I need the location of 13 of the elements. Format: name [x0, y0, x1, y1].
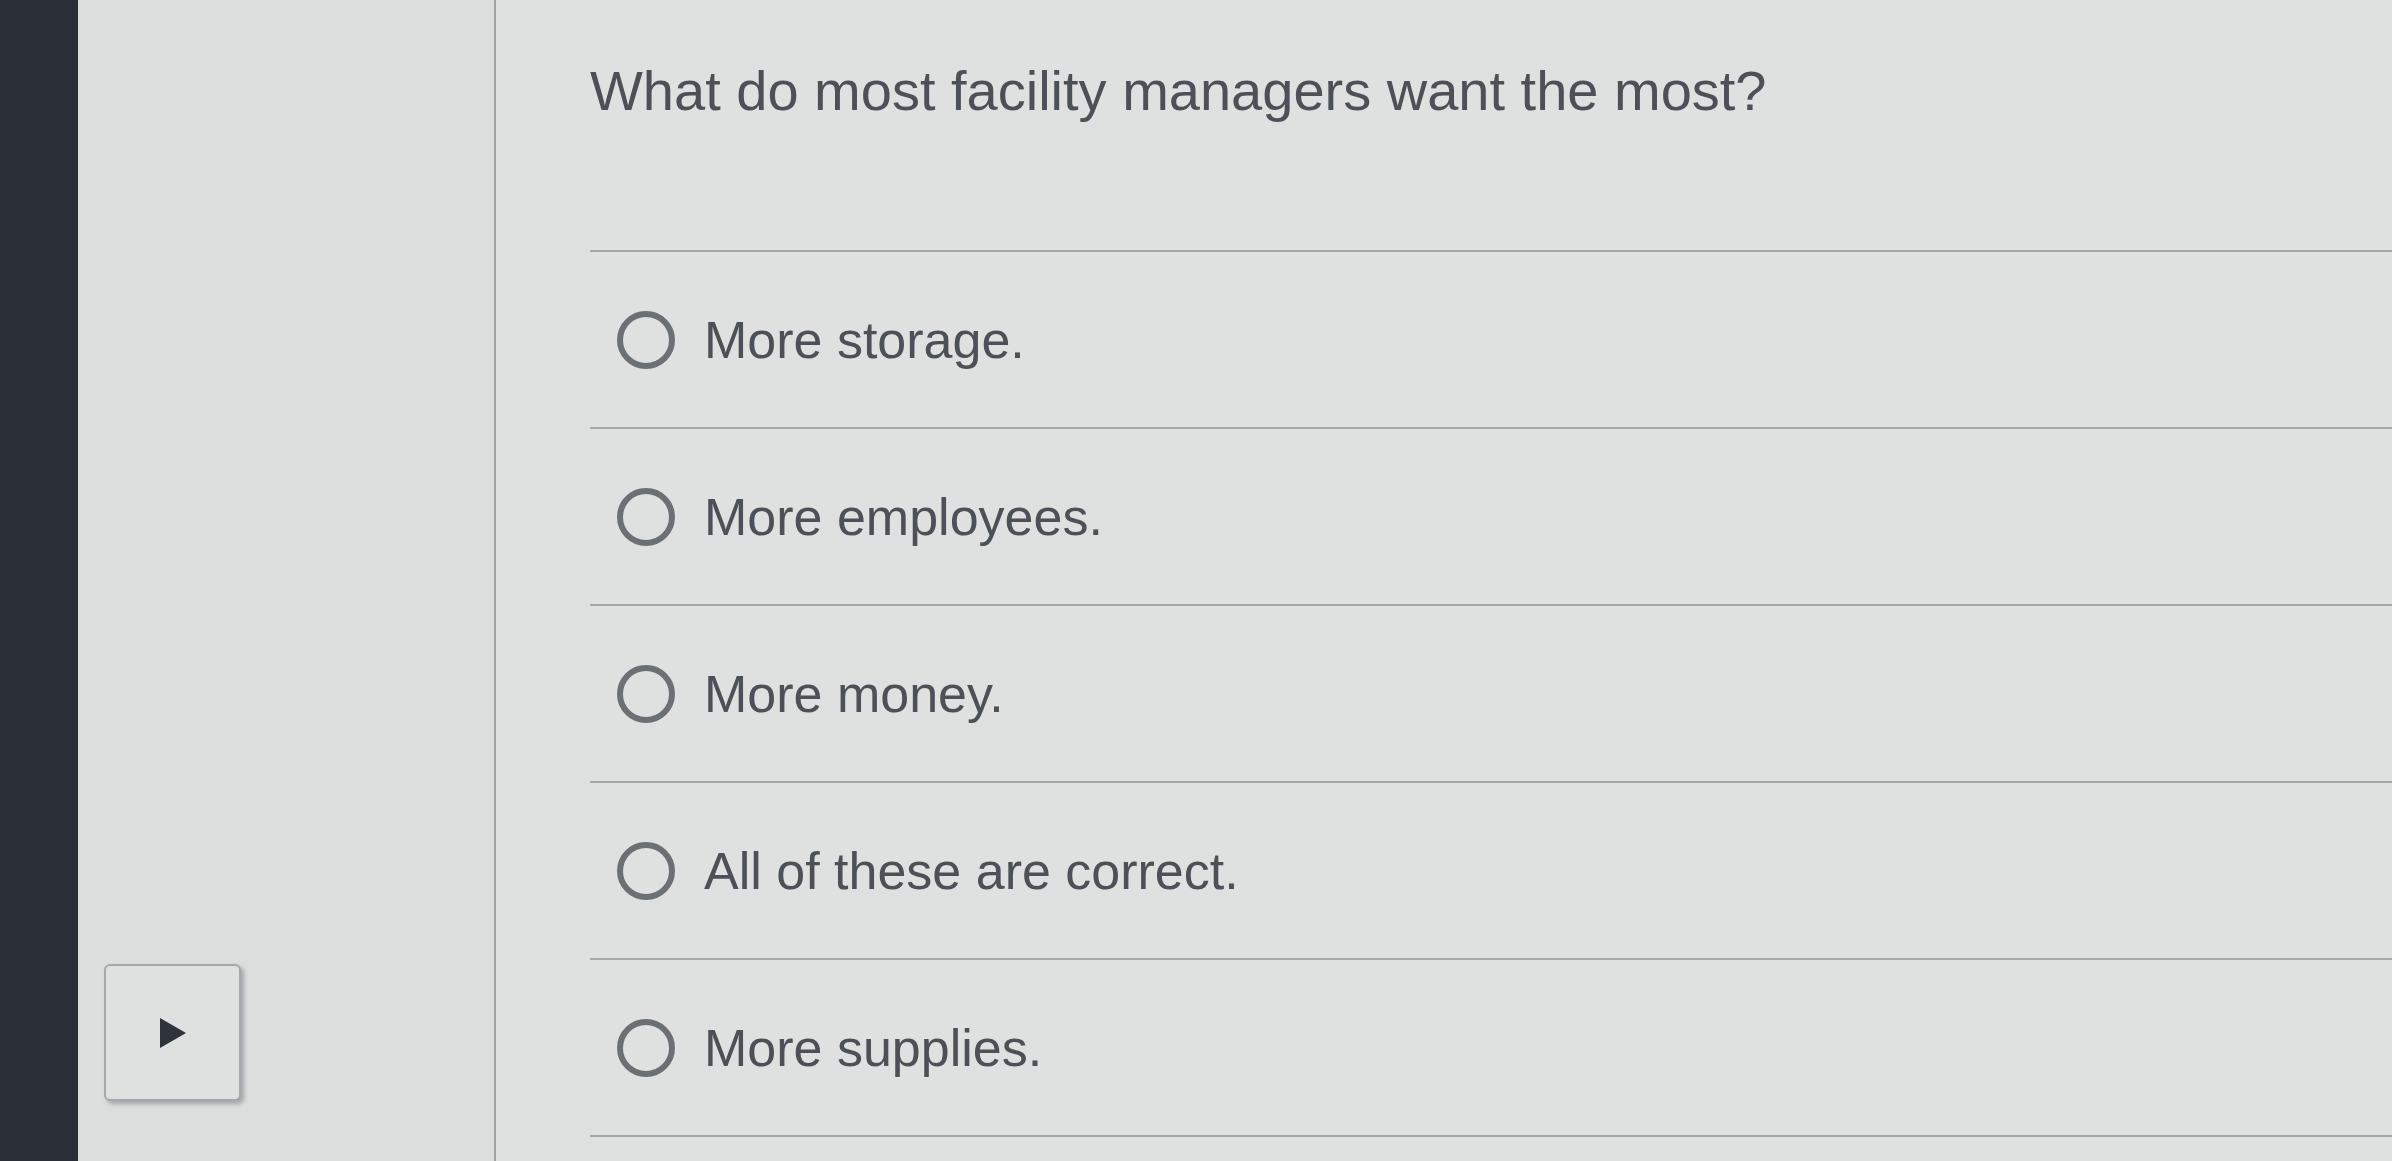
question-text: What do most facility managers want the most? [590, 58, 1767, 124]
option-label[interactable]: More employees. [704, 485, 1103, 548]
option-label[interactable]: More money. [704, 662, 1004, 725]
radio-button-icon[interactable] [616, 486, 676, 547]
radio-button-icon[interactable] [616, 840, 676, 901]
play-icon [159, 1017, 186, 1048]
radio-button-icon[interactable] [616, 1017, 676, 1078]
option-label[interactable]: More supplies. [704, 1016, 1043, 1079]
option-label[interactable]: More storage. [704, 308, 1025, 371]
radio-button-icon[interactable] [616, 309, 676, 370]
radio-button-icon[interactable] [616, 663, 676, 724]
play-button[interactable] [104, 964, 241, 1101]
option-label[interactable]: All of these are correct. [704, 839, 1239, 902]
